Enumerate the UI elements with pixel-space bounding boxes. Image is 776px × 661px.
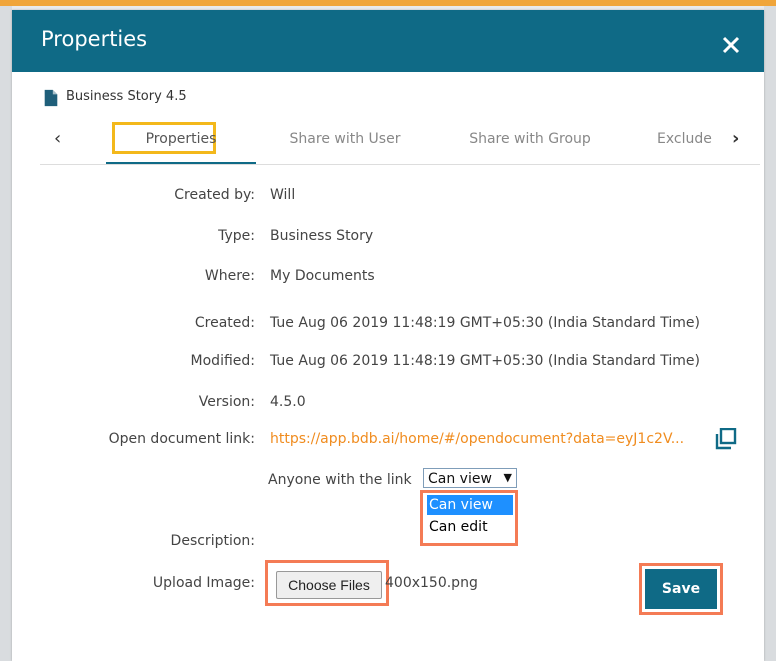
where-value: My Documents: [270, 268, 375, 284]
link-permission-select[interactable]: Can view ▼: [423, 468, 517, 488]
copy-icon[interactable]: [715, 427, 737, 450]
description-label: Description:: [170, 533, 255, 549]
tab-share-with-group[interactable]: Share with Group: [450, 122, 610, 164]
version-value: 4.5.0: [270, 394, 306, 410]
top-accent-stripe: [0, 0, 776, 6]
option-can-view[interactable]: Can view: [427, 495, 513, 515]
tab-bar: ‹ Properties Share with User Share with …: [40, 122, 760, 165]
selected-file-name: 400x150.png: [385, 575, 478, 591]
created-by-value: Will: [270, 187, 296, 203]
open-link-label: Open document link:: [108, 431, 255, 447]
modified-label: Modified:: [190, 353, 255, 369]
tab-share-with-user[interactable]: Share with User: [270, 122, 420, 164]
tab-scroll-right-icon[interactable]: ›: [732, 128, 739, 149]
created-label: Created:: [194, 315, 255, 331]
type-value: Business Story: [270, 228, 374, 244]
active-tab-underline: [106, 162, 256, 164]
properties-dialog: Properties Business Story 4.5 ‹ Properti…: [12, 10, 764, 661]
tab-properties[interactable]: Properties: [106, 122, 256, 164]
document-name: Business Story 4.5: [66, 89, 187, 104]
modified-value: Tue Aug 06 2019 11:48:19 GMT+05:30 (Indi…: [270, 353, 700, 369]
document-file-icon: [42, 89, 60, 111]
close-icon[interactable]: [718, 32, 746, 60]
tab-exclude[interactable]: Exclude: [657, 122, 720, 164]
option-can-edit[interactable]: Can edit: [427, 517, 513, 537]
tab-scroll-left-icon[interactable]: ‹: [54, 128, 61, 149]
version-label: Version:: [198, 394, 255, 410]
created-by-label: Created by:: [174, 187, 255, 203]
dialog-header: Properties: [12, 10, 764, 72]
created-value: Tue Aug 06 2019 11:48:19 GMT+05:30 (Indi…: [270, 315, 700, 331]
type-label: Type:: [218, 228, 255, 244]
choose-files-button[interactable]: Choose Files: [276, 571, 382, 599]
where-label: Where:: [204, 268, 255, 284]
open-document-link[interactable]: https://app.bdb.ai/home/#/opendocument?d…: [270, 431, 700, 447]
link-permission-dropdown: Can view Can edit: [420, 490, 518, 546]
background-left-edge: [0, 6, 12, 661]
upload-image-label: Upload Image:: [152, 575, 255, 591]
tab-exclude-clip: Exclude: [652, 122, 720, 164]
save-button[interactable]: Save: [645, 569, 717, 609]
dialog-title: Properties: [41, 27, 148, 51]
background-right-edge: [764, 6, 776, 661]
link-permission-label: Anyone with the link: [268, 472, 412, 488]
link-permission-selected: Can view: [428, 471, 492, 487]
dropdown-arrow-icon: ▼: [503, 471, 512, 484]
